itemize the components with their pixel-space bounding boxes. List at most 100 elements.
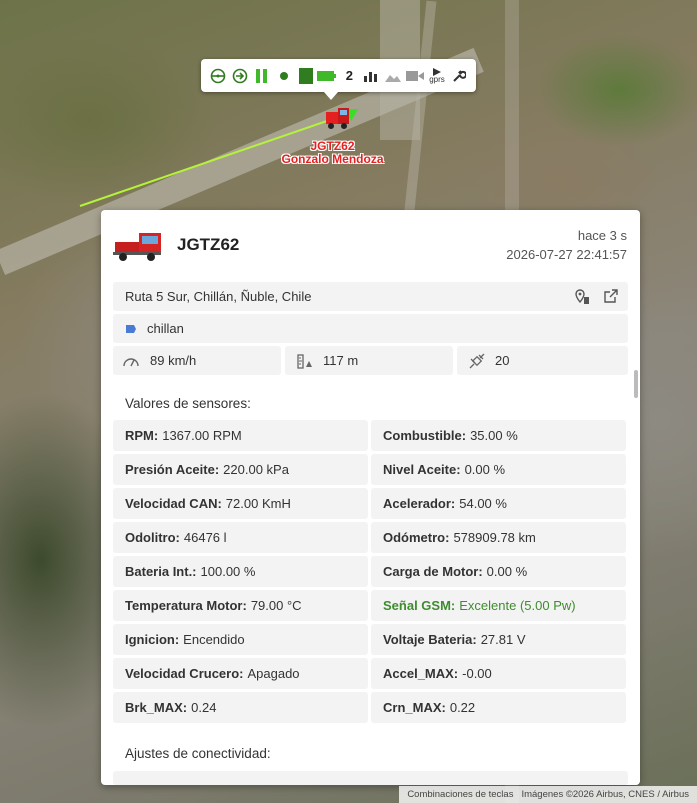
sensors-section-title: Valores de sensores:	[125, 396, 251, 411]
sensor-cell: Brk_MAX: 0.24	[113, 692, 368, 723]
sensor-cell: Odómetro: 578909.78 km	[371, 522, 626, 553]
sensor-cell: Velocidad Crucero: Apagado	[113, 658, 368, 689]
address-text: Ruta 5 Sur, Chillán, Ñuble, Chile	[125, 289, 312, 304]
sensor-value: 100.00 %	[200, 564, 256, 579]
sensor-cell-gsm: Señal GSM: Excelente (5.00 Pw)	[371, 590, 626, 621]
sensor-label: Carga de Motor:	[383, 564, 483, 579]
sensor-value: 46476 l	[183, 530, 227, 545]
altitude-value: 117 m	[323, 353, 359, 368]
sensor-cell: Voltaje Bateria: 27.81 V	[371, 624, 626, 655]
bar-chart-icon[interactable]	[361, 66, 381, 86]
sensor-value: Apagado	[247, 666, 300, 681]
sensor-label: Accel_MAX:	[383, 666, 459, 681]
square-icon[interactable]	[296, 66, 316, 86]
sensor-label: Brk_MAX:	[125, 700, 188, 715]
geofence-icon	[125, 323, 137, 335]
sensor-value: Encendido	[183, 632, 245, 647]
sensor-value: 27.81 V	[480, 632, 526, 647]
last-update-ago: hace 3 s	[577, 228, 627, 243]
sensor-label: Presión Aceite:	[125, 462, 220, 477]
map-attribution: Combinaciones de teclas Imágenes ©2026 A…	[399, 786, 697, 803]
sensor-cell: Bateria Int.: 100.00 %	[113, 556, 368, 587]
number-two-icon[interactable]: 2	[339, 66, 359, 86]
sensor-label: Bateria Int.:	[125, 564, 197, 579]
vehicle-info-panel: JGTZ62 hace 3 s 2026-07-27 22:41:57 Ruta…	[101, 210, 640, 785]
sensor-label: Velocidad Crucero:	[125, 666, 244, 681]
dot-icon[interactable]	[274, 66, 294, 86]
address-row: Ruta 5 Sur, Chillán, Ñuble, Chile	[113, 282, 628, 311]
altitude-icon	[297, 353, 313, 369]
sensor-label: RPM:	[125, 428, 159, 443]
sensor-value: 0.22	[449, 700, 476, 715]
sensor-value: 220.00 kPa	[223, 462, 289, 477]
sensor-cell: Nivel Aceite: 0.00 %	[371, 454, 626, 485]
speedometer-icon	[122, 354, 140, 368]
zone-name: chillan	[147, 321, 184, 336]
vehicle-toolbar: 2 gprs	[201, 59, 476, 92]
satellites-cell: 20	[457, 346, 628, 375]
sensor-cell: Combustible: 35.00 %	[371, 420, 626, 451]
video-camera-icon[interactable]	[405, 66, 425, 86]
connectivity-section-title: Ajustes de conectividad:	[125, 746, 271, 761]
vehicle-marker-icon[interactable]	[325, 106, 351, 130]
steering-wheel-icon[interactable]	[208, 66, 228, 86]
map-pin-fuel-icon[interactable]	[574, 289, 590, 308]
sensor-label: Nivel Aceite:	[383, 462, 461, 477]
arrow-right-circle-icon[interactable]	[230, 66, 250, 86]
satellite-icon	[469, 353, 485, 369]
keyboard-shortcuts-link[interactable]: Combinaciones de teclas	[403, 789, 517, 800]
sensor-cell: Presión Aceite: 220.00 kPa	[113, 454, 368, 485]
gprs-icon[interactable]: gprs	[427, 66, 447, 86]
sensor-label: Odolitro:	[125, 530, 180, 545]
sensor-value: 1367.00 RPM	[162, 428, 242, 443]
toolbar-pointer	[324, 92, 338, 100]
sensor-label: Crn_MAX:	[383, 700, 446, 715]
sensor-label: Ignicion:	[125, 632, 180, 647]
sensor-value: 578909.78 km	[453, 530, 536, 545]
sensor-label: Temperatura Motor:	[125, 598, 247, 613]
sensor-value: -0.00	[462, 666, 492, 681]
pause-icon[interactable]	[252, 66, 272, 86]
external-link-icon[interactable]	[604, 289, 618, 306]
sensor-label: Combustible:	[383, 428, 467, 443]
last-update-timestamp: 2026-07-27 22:41:57	[506, 247, 627, 262]
sensor-value: 0.24	[191, 700, 217, 715]
battery-icon[interactable]	[317, 66, 337, 86]
vehicle-plate: JGTZ62	[177, 235, 240, 254]
speed-value: 89 km/h	[150, 353, 197, 368]
zone-row: chillan	[113, 314, 628, 343]
sensor-value: 0.00 %	[486, 564, 528, 579]
sensor-label: Señal GSM:	[383, 598, 456, 613]
truck-icon	[113, 230, 163, 262]
sensor-label: Odómetro:	[383, 530, 450, 545]
sensor-label: Voltaje Bateria:	[383, 632, 477, 647]
sensor-label: Velocidad CAN:	[125, 496, 222, 511]
gprs-label: gprs	[429, 74, 445, 84]
sensor-cell: Odolitro: 46476 l	[113, 522, 368, 553]
sensor-value: 54.00 %	[459, 496, 507, 511]
marker-driver: Gonzalo Mendoza	[281, 152, 384, 166]
sensor-label: Acelerador:	[383, 496, 456, 511]
imagery-credit: Imágenes ©2026 Airbus, CNES / Airbus	[521, 789, 689, 800]
picture-icon[interactable]	[383, 66, 403, 86]
altitude-cell: 117 m	[285, 346, 453, 375]
sensor-value: 79.00 °C	[250, 598, 302, 613]
sensor-value: 35.00 %	[470, 428, 518, 443]
sensor-cell: Ignicion: Encendido	[113, 624, 368, 655]
panel-header: JGTZ62 hace 3 s 2026-07-27 22:41:57	[101, 210, 640, 282]
sensor-cell: Crn_MAX: 0.22	[371, 692, 626, 723]
sensor-cell: Acelerador: 54.00 %	[371, 488, 626, 519]
sensor-cell: Accel_MAX: -0.00	[371, 658, 626, 689]
satellites-value: 20	[495, 353, 510, 368]
sensor-cell: Temperatura Motor: 79.00 °C	[113, 590, 368, 621]
sensor-value: Excelente (5.00 Pw)	[459, 598, 576, 613]
sensor-cell: Velocidad CAN: 72.00 KmH	[113, 488, 368, 519]
connectivity-row	[113, 771, 628, 785]
sensor-cell: RPM: 1367.00 RPM	[113, 420, 368, 451]
panel-scrollbar[interactable]	[634, 370, 638, 398]
sensor-value: 0.00 %	[464, 462, 506, 477]
speed-cell: 89 km/h	[113, 346, 281, 375]
sensor-value: 72.00 KmH	[225, 496, 291, 511]
wrench-icon[interactable]	[449, 66, 469, 86]
sensor-cell: Carga de Motor: 0.00 %	[371, 556, 626, 587]
